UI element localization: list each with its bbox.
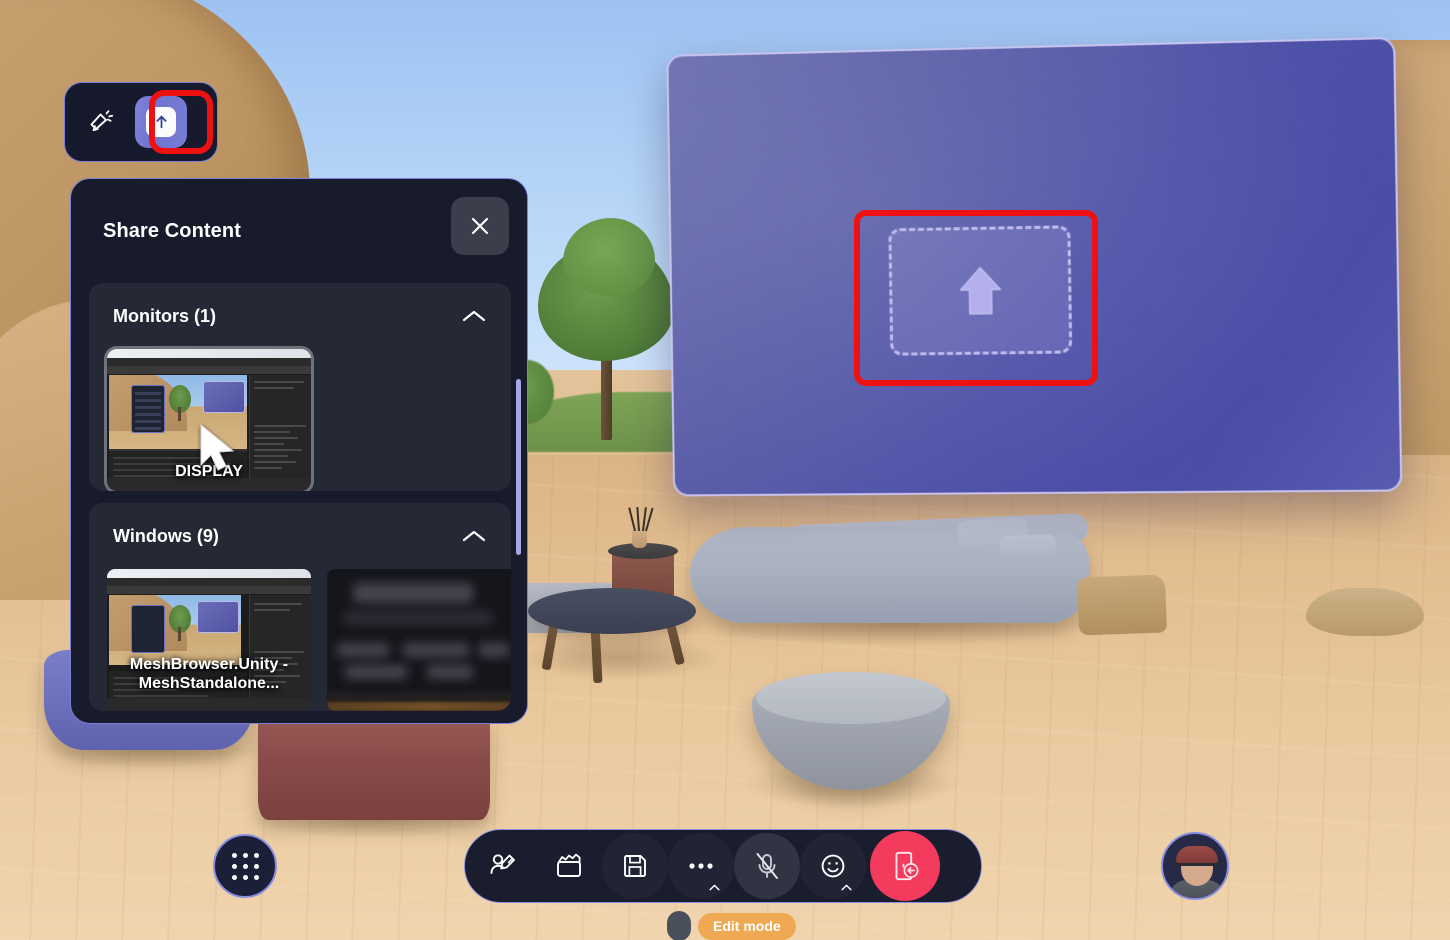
ellipsis-icon [689, 863, 713, 869]
section-monitors: Monitors (1) DISPLAY [89, 283, 511, 491]
microphone-button[interactable] [734, 833, 800, 899]
section-monitors-header[interactable]: Monitors (1) [89, 283, 511, 349]
edit-mode-badge[interactable]: Edit mode [698, 912, 796, 940]
share-upload-icon [156, 115, 166, 128]
chevron-up-icon[interactable] [841, 884, 852, 891]
reactions-button[interactable] [800, 833, 866, 899]
edit-mode-control[interactable]: Edit mode [667, 911, 796, 940]
share-panel-title: Share Content [103, 219, 241, 242]
save-button[interactable] [602, 833, 668, 899]
share-content-button[interactable] [135, 96, 187, 148]
share-panel-body[interactable]: Monitors (1) DISPLAY Windows (9) MeshBro… [71, 283, 527, 723]
microphone-muted-icon [756, 853, 778, 879]
edit-mode-toggle-knob[interactable] [667, 911, 691, 940]
leave-door-icon [895, 851, 919, 881]
bottom-toolbar [464, 829, 982, 903]
thumbnail-preview-blurred [327, 569, 511, 711]
tree-canopy-top [563, 218, 655, 296]
decor-sticks [628, 507, 654, 532]
more-options-button[interactable] [668, 833, 734, 899]
chevron-up-icon[interactable] [461, 529, 487, 544]
share-source-thumbnail-display[interactable]: DISPLAY [107, 349, 311, 491]
chevron-up-icon[interactable] [461, 309, 487, 324]
section-windows-header[interactable]: Windows (9) [89, 503, 511, 569]
clapperboard-icon [557, 853, 581, 877]
section-monitors-thumbnails: DISPLAY [89, 349, 511, 491]
thumbnail-label [327, 701, 511, 711]
smiley-icon [821, 854, 845, 878]
grid-dots-icon [231, 852, 259, 880]
customize-avatar-button[interactable] [470, 833, 536, 899]
close-button[interactable] [451, 197, 509, 255]
mesh-immersive-stage: Share Content Monitors (1) DISPLAY Windo… [0, 0, 1450, 940]
sofa-pillow-secondary [999, 534, 1057, 558]
section-monitors-title: Monitors (1) [113, 305, 216, 326]
avatar-cap [1176, 846, 1218, 863]
red-ottoman [258, 716, 490, 820]
share-content-panel: Share Content Monitors (1) DISPLAY Windo… [70, 178, 528, 724]
chevron-up-icon[interactable] [709, 884, 720, 891]
megaphone-icon [90, 110, 114, 132]
cursor-arrow-icon [200, 423, 235, 471]
close-icon [471, 217, 489, 235]
share-panel-header: Share Content [71, 179, 527, 283]
avatar-edit-icon [490, 854, 515, 874]
share-source-thumbnail-meshbrowser[interactable]: MeshBrowser.Unity - MeshStandalone... [107, 569, 311, 711]
section-windows-thumbnails: MeshBrowser.Unity - MeshStandalone... [89, 569, 511, 711]
share-chip [146, 107, 176, 137]
content-dropzone[interactable] [888, 225, 1073, 356]
thumbnail-label: MeshBrowser.Unity - MeshStandalone... [129, 656, 289, 692]
share-panel-scrollbar[interactable] [516, 379, 521, 555]
leave-button[interactable] [870, 831, 940, 901]
section-windows-title: Windows (9) [113, 525, 219, 546]
floppy-save-icon [624, 855, 646, 877]
table-shadow [520, 636, 720, 680]
apps-grid-button[interactable] [213, 834, 277, 898]
scene-clapper-button[interactable] [536, 833, 602, 899]
rock-block [1077, 574, 1167, 636]
announce-button[interactable] [75, 96, 127, 148]
shared-content-screen[interactable] [666, 36, 1403, 497]
upload-arrow-icon [957, 263, 1004, 318]
rock-boulder [1306, 588, 1424, 636]
top-toolbar [64, 82, 218, 162]
share-source-thumbnail-blurred[interactable] [327, 569, 511, 711]
coffee-table [528, 588, 696, 634]
user-avatar[interactable] [1161, 832, 1229, 900]
section-windows: Windows (9) MeshBrowser.Unity - MeshStan… [89, 503, 511, 711]
